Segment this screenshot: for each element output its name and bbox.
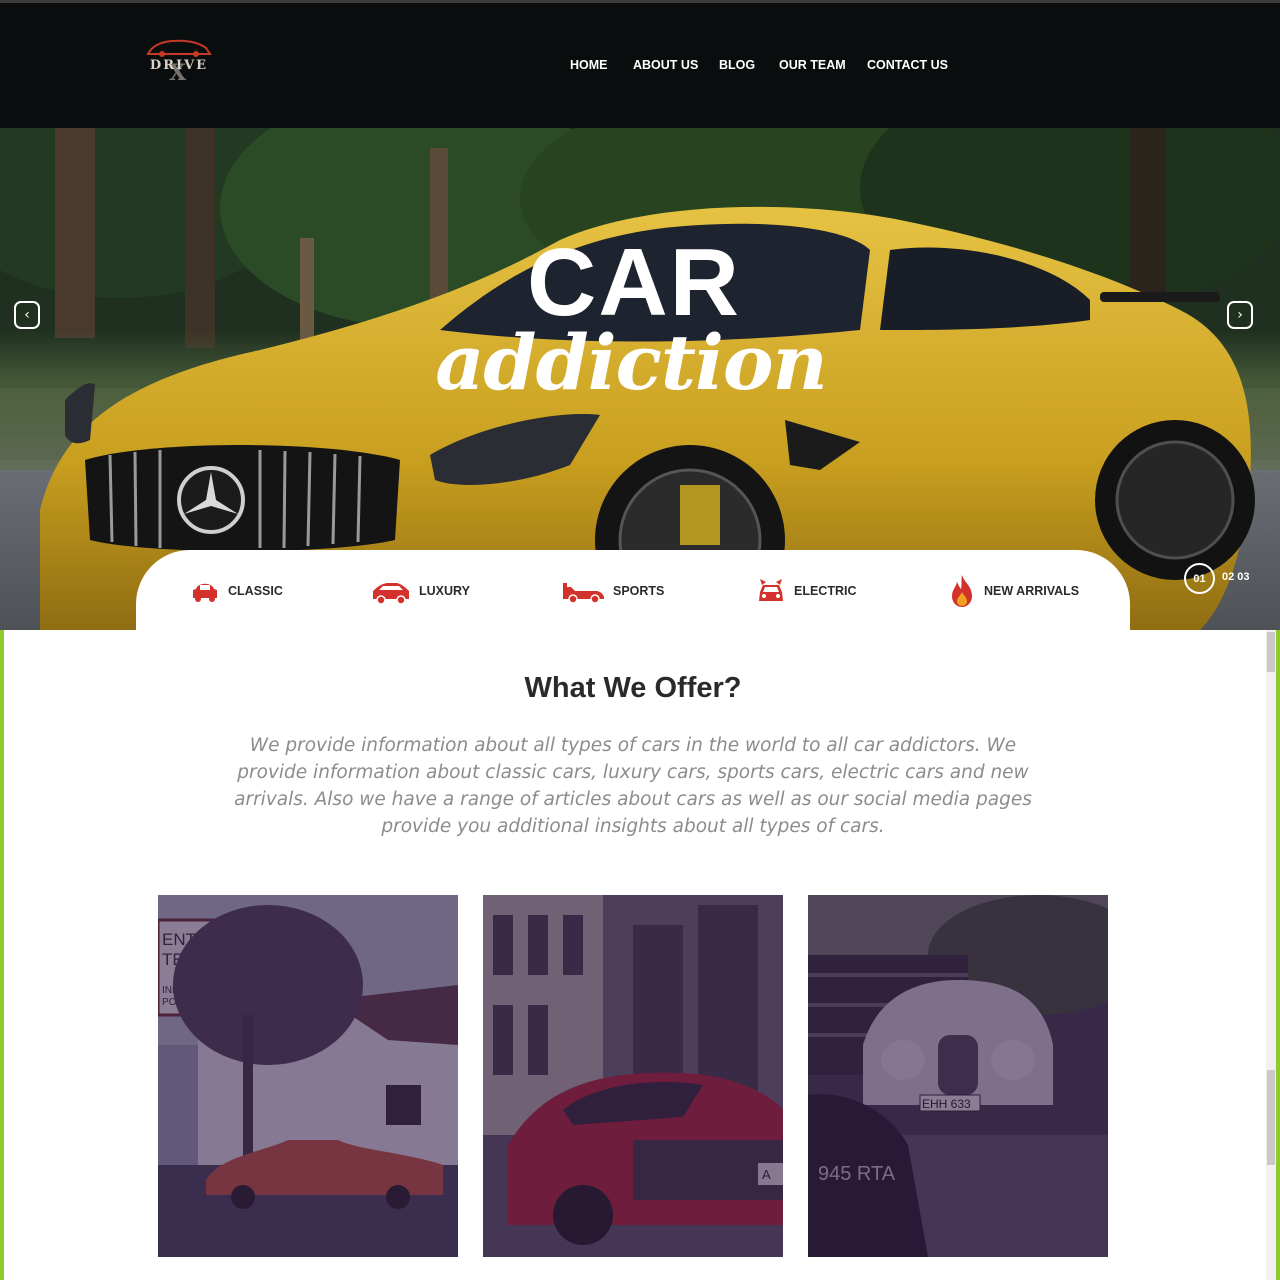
category-label: CLASSIC <box>228 584 283 598</box>
category-classic[interactable]: CLASSIC <box>190 574 283 608</box>
brand-logo[interactable]: X DRIVE <box>142 36 216 86</box>
category-sports[interactable]: SPORTS <box>561 574 664 608</box>
gallery-card-sports[interactable]: A <box>483 895 783 1257</box>
page-frame-left <box>0 630 4 1280</box>
nav-about-us[interactable]: ABOUT US <box>633 58 698 72</box>
category-bar: CLASSIC LUXURY SPORTS ELECTRIC NEW ARRIV… <box>136 550 1130 630</box>
gallery-card-vintage[interactable]: EHH 633 945 RTA <box>808 895 1108 1257</box>
category-label: SPORTS <box>613 584 665 598</box>
electric-car-icon <box>759 579 783 601</box>
card-tint <box>483 895 783 1257</box>
section-description: We provide information about all types o… <box>234 735 1032 837</box>
scrollbar-thumb[interactable] <box>1267 632 1275 672</box>
category-electric[interactable]: ELECTRIC <box>756 574 857 608</box>
nav-blog[interactable]: BLOG <box>719 58 755 72</box>
window-top-strip <box>0 0 1280 3</box>
classic-car-icon <box>193 583 217 602</box>
sports-car-icon <box>563 583 604 604</box>
scrollbar-thumb-secondary[interactable] <box>1267 1070 1275 1165</box>
nav-home[interactable]: HOME <box>570 58 608 72</box>
scrollbar-track[interactable] <box>1266 630 1276 1280</box>
chevron-left-icon: ‹ <box>24 307 30 323</box>
chevron-right-icon: › <box>1237 307 1243 323</box>
card-tint <box>808 895 1108 1257</box>
category-luxury[interactable]: LUXURY <box>371 574 470 608</box>
slide-others[interactable]: 02 03 <box>1222 571 1250 583</box>
category-label: LUXURY <box>419 584 470 598</box>
logo-text: DRIVE <box>149 58 209 73</box>
card-tint <box>158 895 458 1257</box>
hero-title-addiction: addiction <box>435 318 828 407</box>
slide-current[interactable]: 01 <box>1184 563 1215 594</box>
slider-next-button[interactable]: › <box>1227 301 1253 329</box>
gallery-card-classic[interactable]: ENTER TEL INDOOR POOL <box>158 895 458 1257</box>
slider-prev-button[interactable]: ‹ <box>14 301 40 329</box>
fire-icon <box>952 575 972 607</box>
nav-contact-us[interactable]: CONTACT US <box>867 58 948 72</box>
category-label: ELECTRIC <box>794 584 857 598</box>
luxury-car-icon <box>373 583 409 605</box>
nav-our-team[interactable]: OUR TEAM <box>779 58 846 72</box>
category-new-arrivals[interactable]: NEW ARRIVALS <box>948 574 1079 608</box>
page-frame-right <box>1276 630 1280 1280</box>
category-label: NEW ARRIVALS <box>984 584 1080 598</box>
hero-banner: X DRIVE HOME ABOUT US BLOG OUR TEAM CONT… <box>0 0 1280 630</box>
logo-car-icon <box>146 39 212 57</box>
slide-counter: 01 02 03 <box>1184 563 1274 594</box>
section-title: What We Offer? <box>524 672 742 704</box>
